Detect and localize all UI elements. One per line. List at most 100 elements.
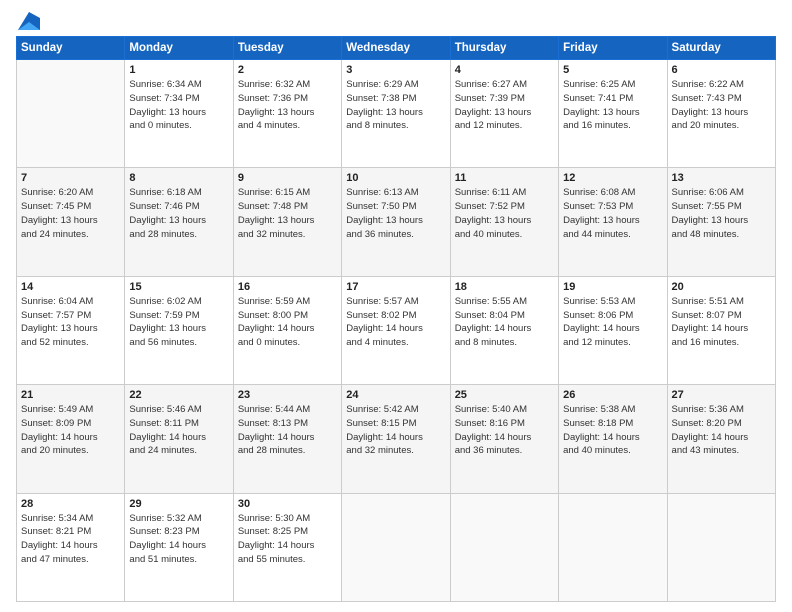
day-number: 22 [129,389,228,401]
day-number: 17 [346,281,445,293]
day-number: 2 [238,64,337,76]
calendar-cell: 1 Sunrise: 6:34 AMSunset: 7:34 PMDaylight… [125,60,233,168]
calendar-cell: 28 Sunrise: 5:34 AMSunset: 8:21 PMDayligh… [17,493,125,601]
calendar-cell: 13 Sunrise: 6:06 AMSunset: 7:55 PMDayligh… [667,168,775,276]
calendar-cell [342,493,450,601]
calendar-cell: 24 Sunrise: 5:42 AMSunset: 8:15 PMDayligh… [342,385,450,493]
calendar-cell: 4 Sunrise: 6:27 AMSunset: 7:39 PMDaylight… [450,60,558,168]
calendar-page: SundayMondayTuesdayWednesdayThursdayFrid… [0,0,792,612]
day-info: Sunrise: 6:02 AMSunset: 7:59 PMDaylight:… [129,295,228,350]
calendar-table: SundayMondayTuesdayWednesdayThursdayFrid… [16,36,776,602]
day-info: Sunrise: 6:18 AMSunset: 7:46 PMDaylight:… [129,186,228,241]
day-number: 10 [346,172,445,184]
day-info: Sunrise: 6:34 AMSunset: 7:34 PMDaylight:… [129,78,228,133]
day-number: 8 [129,172,228,184]
week-row-4: 28 Sunrise: 5:34 AMSunset: 8:21 PMDayligh… [17,493,776,601]
day-info: Sunrise: 6:13 AMSunset: 7:50 PMDaylight:… [346,186,445,241]
day-info: Sunrise: 5:59 AMSunset: 8:00 PMDaylight:… [238,295,337,350]
calendar-cell: 10 Sunrise: 6:13 AMSunset: 7:50 PMDayligh… [342,168,450,276]
day-info: Sunrise: 6:06 AMSunset: 7:55 PMDaylight:… [672,186,771,241]
day-info: Sunrise: 5:34 AMSunset: 8:21 PMDaylight:… [21,512,120,567]
day-info: Sunrise: 6:11 AMSunset: 7:52 PMDaylight:… [455,186,554,241]
logo [16,12,42,30]
day-info: Sunrise: 6:08 AMSunset: 7:53 PMDaylight:… [563,186,662,241]
day-info: Sunrise: 6:20 AMSunset: 7:45 PMDaylight:… [21,186,120,241]
day-info: Sunrise: 5:38 AMSunset: 8:18 PMDaylight:… [563,403,662,458]
day-number: 16 [238,281,337,293]
day-number: 14 [21,281,120,293]
calendar-cell: 27 Sunrise: 5:36 AMSunset: 8:20 PMDayligh… [667,385,775,493]
calendar-cell: 17Sunrise: 5:57 AMSunset: 8:02 PMDayligh… [342,276,450,384]
calendar-cell: 18 Sunrise: 5:55 AMSunset: 8:04 PMDayligh… [450,276,558,384]
calendar-cell: 12Sunrise: 6:08 AMSunset: 7:53 PMDayligh… [559,168,667,276]
calendar-cell: 11 Sunrise: 6:11 AMSunset: 7:52 PMDayligh… [450,168,558,276]
calendar-cell: 6 Sunrise: 6:22 AMSunset: 7:43 PMDaylight… [667,60,775,168]
calendar-cell: 22 Sunrise: 5:46 AMSunset: 8:11 PMDayligh… [125,385,233,493]
header-day-wednesday: Wednesday [342,37,450,60]
calendar-cell: 23Sunrise: 5:44 AMSunset: 8:13 PMDayligh… [233,385,341,493]
day-number: 20 [672,281,771,293]
day-info: Sunrise: 6:25 AMSunset: 7:41 PMDaylight:… [563,78,662,133]
day-info: Sunrise: 5:53 AMSunset: 8:06 PMDaylight:… [563,295,662,350]
day-number: 3 [346,64,445,76]
day-number: 25 [455,389,554,401]
week-row-3: 21Sunrise: 5:49 AMSunset: 8:09 PMDayligh… [17,385,776,493]
day-info: Sunrise: 5:46 AMSunset: 8:11 PMDaylight:… [129,403,228,458]
day-number: 11 [455,172,554,184]
calendar-cell [450,493,558,601]
header-day-monday: Monday [125,37,233,60]
day-number: 5 [563,64,662,76]
day-info: Sunrise: 6:27 AMSunset: 7:39 PMDaylight:… [455,78,554,133]
calendar-cell: 3 Sunrise: 6:29 AMSunset: 7:38 PMDaylight… [342,60,450,168]
calendar-cell: 15 Sunrise: 6:02 AMSunset: 7:59 PMDayligh… [125,276,233,384]
day-number: 18 [455,281,554,293]
day-number: 19 [563,281,662,293]
calendar-cell: 2 Sunrise: 6:32 AMSunset: 7:36 PMDaylight… [233,60,341,168]
calendar-cell: 25 Sunrise: 5:40 AMSunset: 8:16 PMDayligh… [450,385,558,493]
day-info: Sunrise: 5:42 AMSunset: 8:15 PMDaylight:… [346,403,445,458]
day-info: Sunrise: 6:29 AMSunset: 7:38 PMDaylight:… [346,78,445,133]
header-row: SundayMondayTuesdayWednesdayThursdayFrid… [17,37,776,60]
calendar-cell: 16 Sunrise: 5:59 AMSunset: 8:00 PMDayligh… [233,276,341,384]
day-number: 15 [129,281,228,293]
day-number: 24 [346,389,445,401]
calendar-cell: 8 Sunrise: 6:18 AMSunset: 7:46 PMDaylight… [125,168,233,276]
header [16,12,776,30]
week-row-2: 14 Sunrise: 6:04 AMSunset: 7:57 PMDayligh… [17,276,776,384]
calendar-cell: 7Sunrise: 6:20 AMSunset: 7:45 PMDaylight… [17,168,125,276]
header-day-tuesday: Tuesday [233,37,341,60]
header-day-friday: Friday [559,37,667,60]
day-info: Sunrise: 6:04 AMSunset: 7:57 PMDaylight:… [21,295,120,350]
day-info: Sunrise: 5:30 AMSunset: 8:25 PMDaylight:… [238,512,337,567]
calendar-cell: 30 Sunrise: 5:30 AMSunset: 8:25 PMDayligh… [233,493,341,601]
day-info: Sunrise: 6:22 AMSunset: 7:43 PMDaylight:… [672,78,771,133]
day-number: 4 [455,64,554,76]
day-info: Sunrise: 5:40 AMSunset: 8:16 PMDaylight:… [455,403,554,458]
calendar-cell: 14 Sunrise: 6:04 AMSunset: 7:57 PMDayligh… [17,276,125,384]
header-day-saturday: Saturday [667,37,775,60]
day-info: Sunrise: 5:32 AMSunset: 8:23 PMDaylight:… [129,512,228,567]
day-number: 13 [672,172,771,184]
day-info: Sunrise: 5:51 AMSunset: 8:07 PMDaylight:… [672,295,771,350]
day-number: 26 [563,389,662,401]
calendar-cell: 21Sunrise: 5:49 AMSunset: 8:09 PMDayligh… [17,385,125,493]
day-info: Sunrise: 5:55 AMSunset: 8:04 PMDaylight:… [455,295,554,350]
day-info: Sunrise: 5:36 AMSunset: 8:20 PMDaylight:… [672,403,771,458]
header-day-sunday: Sunday [17,37,125,60]
day-number: 30 [238,498,337,510]
day-number: 27 [672,389,771,401]
week-row-0: 1 Sunrise: 6:34 AMSunset: 7:34 PMDaylight… [17,60,776,168]
calendar-cell: 29 Sunrise: 5:32 AMSunset: 8:23 PMDayligh… [125,493,233,601]
week-row-1: 7Sunrise: 6:20 AMSunset: 7:45 PMDaylight… [17,168,776,276]
day-number: 1 [129,64,228,76]
day-number: 6 [672,64,771,76]
logo-icon [18,12,40,30]
day-info: Sunrise: 6:32 AMSunset: 7:36 PMDaylight:… [238,78,337,133]
day-number: 28 [21,498,120,510]
calendar-cell: 5 Sunrise: 6:25 AMSunset: 7:41 PMDaylight… [559,60,667,168]
calendar-cell: 19 Sunrise: 5:53 AMSunset: 8:06 PMDayligh… [559,276,667,384]
day-number: 29 [129,498,228,510]
day-info: Sunrise: 5:44 AMSunset: 8:13 PMDaylight:… [238,403,337,458]
calendar-cell [17,60,125,168]
header-day-thursday: Thursday [450,37,558,60]
